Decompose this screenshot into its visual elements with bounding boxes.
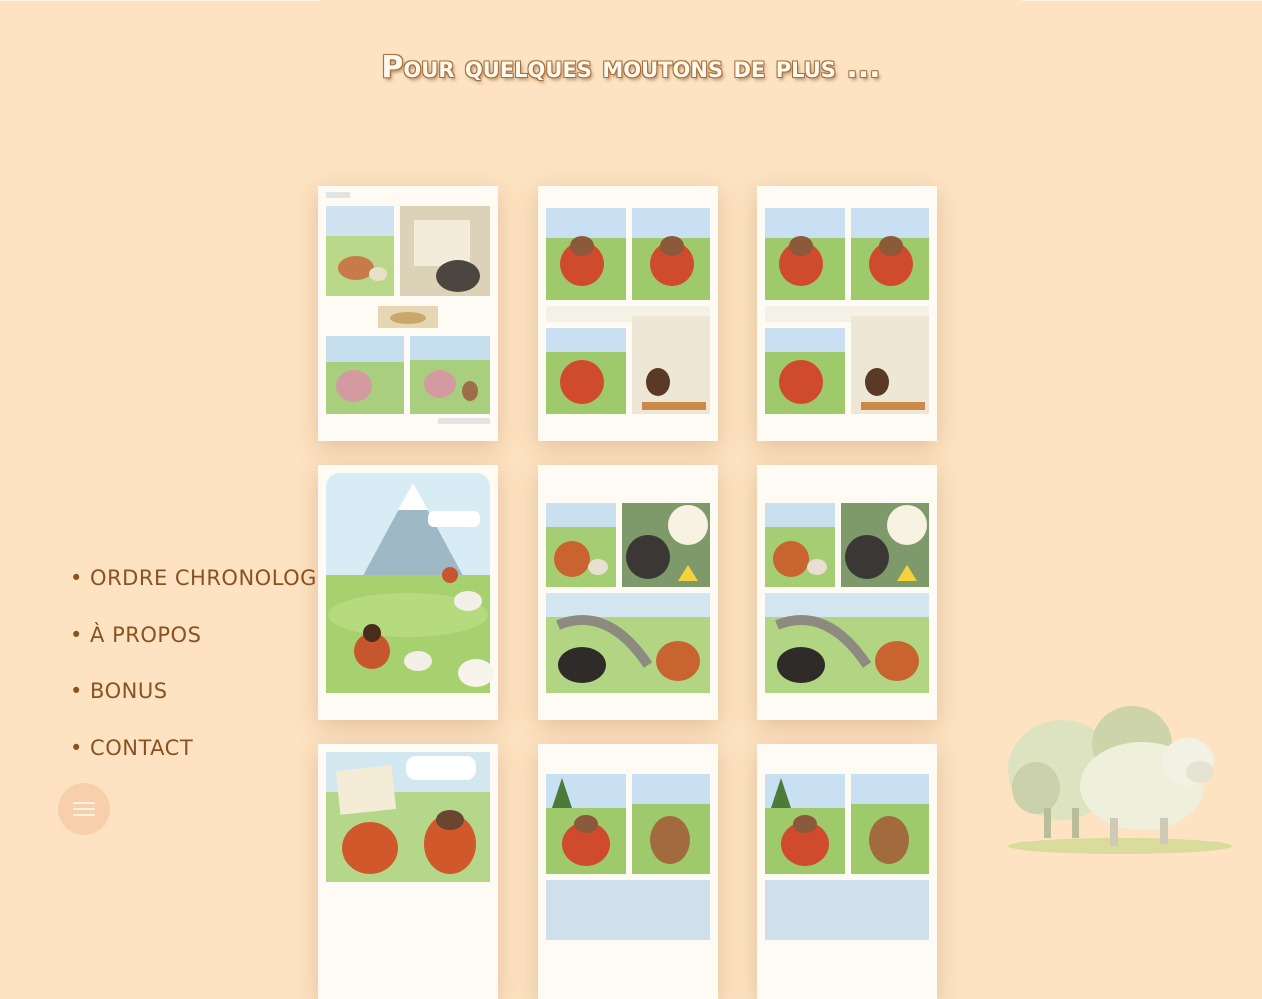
comic-page-art <box>318 744 498 999</box>
top-divider-left <box>0 0 320 1</box>
comic-page-art <box>538 744 718 999</box>
sheep-illustration <box>1000 700 1240 864</box>
page-title: Pour quelques moutons de plus ... <box>381 50 881 85</box>
comic-page-art <box>318 186 498 441</box>
comic-page-thumbnail[interactable] <box>538 186 718 441</box>
hamburger-icon <box>73 802 95 816</box>
comic-page-thumbnail[interactable] <box>318 744 498 999</box>
comic-page-art <box>538 465 718 720</box>
comic-page-thumbnail[interactable] <box>757 186 937 441</box>
comic-page-thumbnail[interactable] <box>318 186 498 441</box>
comic-page-thumbnail[interactable] <box>757 465 937 720</box>
comic-page-thumbnail[interactable] <box>538 465 718 720</box>
top-divider-right <box>1022 0 1262 1</box>
comic-page-thumbnail[interactable] <box>318 465 498 720</box>
comic-page-thumbnail[interactable] <box>757 744 937 999</box>
comic-page-art <box>318 465 498 720</box>
comic-page-thumbnail[interactable] <box>538 744 718 999</box>
comic-page-art <box>538 186 718 441</box>
comic-page-art <box>757 744 937 999</box>
comic-page-art <box>757 465 937 720</box>
comic-page-art <box>757 186 937 441</box>
menu-toggle-button[interactable] <box>58 783 110 835</box>
